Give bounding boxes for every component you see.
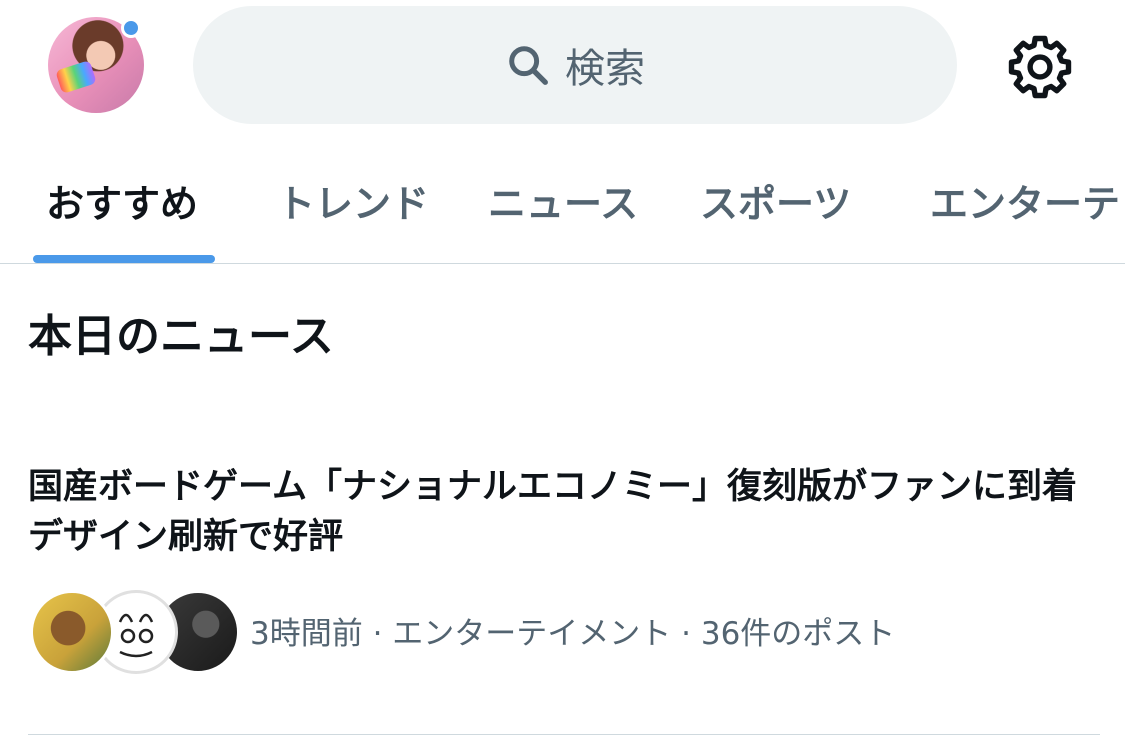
doodle-icon [118,613,154,658]
divider [28,734,1100,735]
post-avatar [30,590,114,674]
news-item[interactable]: 国産ボードゲーム「ナショナルエコノミー」復刻版がファンに到着 デザイン刷新で好評 [28,462,1108,562]
post-avatars [28,588,240,674]
tab-news[interactable]: ニュース [488,173,638,228]
explore-tabs: おすすめ トレンド ニュース スポーツ エンターテ [0,135,1125,264]
news-meta-row: 3時間前 · エンターテイメント · 36件のポスト [28,588,896,674]
notification-dot [121,18,141,38]
tab-sports[interactable]: スポーツ [700,173,851,228]
tab-entertainment[interactable]: エンターテ [930,173,1120,228]
news-headline[interactable]: 国産ボードゲーム「ナショナルエコノミー」復刻版がファンに到着 デザイン刷新で好評 [28,462,1108,562]
avatar-decoration [55,60,97,94]
top-bar: 検索 [0,0,1125,135]
search-placeholder: 検索 [565,46,645,92]
search-bar[interactable]: 検索 [193,6,957,124]
tab-trending[interactable]: トレンド [277,173,429,228]
search-icon [509,46,548,85]
news-meta: 3時間前 · エンターテイメント · 36件のポスト [250,615,896,652]
section-title: 本日のニュース [28,311,334,362]
active-tab-indicator [33,255,215,263]
tab-recommended[interactable]: おすすめ [46,173,198,228]
gear-icon[interactable] [1004,31,1076,103]
search-content: 検索 [505,36,645,94]
